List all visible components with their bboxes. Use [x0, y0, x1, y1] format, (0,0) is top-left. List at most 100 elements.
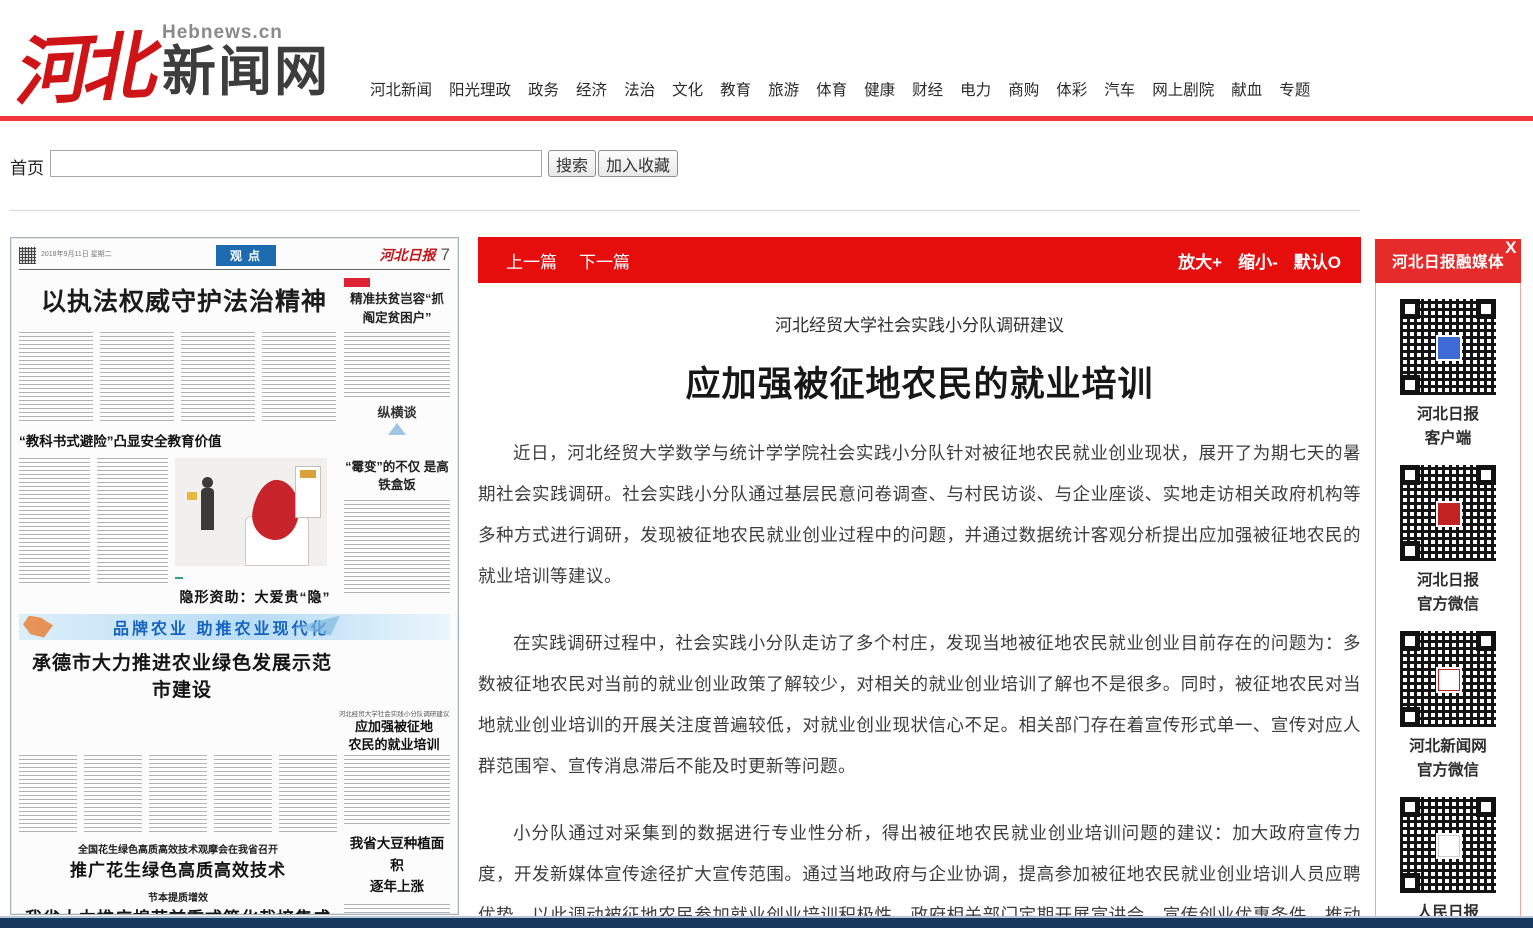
np-comment-tag	[344, 278, 370, 287]
article-title: 应加强被征地农民的就业培训	[478, 356, 1361, 407]
prev-article-link[interactable]: 上一篇	[506, 248, 557, 273]
nav-item-culture[interactable]: 文化	[672, 78, 703, 100]
bottom-bar	[0, 918, 1533, 928]
newspaper-qr-icon	[19, 247, 36, 264]
newspaper-page-number: 7	[441, 245, 450, 265]
sidebar-header: 河北日报融媒体 X	[1375, 239, 1521, 283]
np-arrow-icon	[388, 423, 406, 435]
home-link[interactable]: 首页	[10, 154, 44, 179]
nav-item-special-topics[interactable]: 专题	[1279, 78, 1310, 100]
qr-label: 河北日报客户端	[1417, 403, 1479, 451]
font-zoom-out-button[interactable]: 缩小-	[1238, 248, 1278, 273]
nav-item-lottery[interactable]: 体彩	[1056, 78, 1087, 100]
nav-item-gov-affairs[interactable]: 政务	[528, 78, 559, 100]
logo-hebei-text: 河北	[9, 7, 150, 121]
qr-item-hebnews-wechat: 河北新闻网官方微信	[1400, 631, 1496, 783]
nav-item-travel[interactable]: 旅游	[768, 78, 799, 100]
nav-item-hebei-news[interactable]: 河北新闻	[370, 78, 432, 100]
nav-item-economy[interactable]: 经济	[576, 78, 607, 100]
main-navigation: 河北新闻 阳光理政 政务 经济 法治 文化 教育 旅游 体育 健康 财经 电力 …	[370, 78, 1365, 100]
qr-item-hebei-daily-app: 河北日报客户端	[1400, 299, 1496, 451]
font-default-button[interactable]: 默认O	[1294, 248, 1341, 273]
np-headline-main: 以执法权威守护法治精神	[25, 282, 343, 318]
np-headline-chengde: 承德市大力推进农业绿色发展示范市建设	[23, 648, 341, 702]
article-kicker: 河北经贸大学社会实践小分队调研建议	[478, 311, 1361, 336]
np-feature-kicker: 河北经贸大学社会实践小分队调研建议	[338, 708, 450, 718]
np-feature-title: 应加强被征地 农民的就业培训	[338, 718, 450, 756]
qr-center-logo	[1438, 337, 1460, 359]
np-text-column	[181, 332, 255, 424]
np-map-icon	[23, 616, 53, 638]
np-text-column	[97, 458, 168, 586]
np-text-column	[344, 904, 450, 915]
nav-item-sunshine-gov[interactable]: 阳光理政	[449, 78, 511, 100]
nav-item-sports[interactable]: 体育	[816, 78, 847, 100]
qr-code-image	[1400, 631, 1496, 727]
logo-domain: Hebnews.cn	[162, 22, 283, 43]
np-headline-right-top: 精准扶贫岂容“抓阄定贫困户”	[344, 290, 450, 328]
np-text-column	[344, 755, 450, 825]
np-text-column	[279, 755, 337, 835]
np-headline-cotton: 我省大力推广棉花前重式简化栽培集成技术	[19, 904, 337, 915]
np-text-column	[214, 755, 272, 835]
sidebar-title: 河北日报融媒体	[1392, 250, 1504, 272]
nav-item-finance[interactable]: 财经	[912, 78, 943, 100]
np-text-column	[84, 755, 142, 835]
header-red-divider	[0, 116, 1533, 121]
newspaper-page-scan: 2018年9月11日 星期二 观点 河北日报 7 以执法权威守护法治精神 精准扶…	[10, 237, 459, 915]
qr-center-logo	[1438, 503, 1460, 525]
np-headline-right-mid: “霉变”的不仅 是高铁盒饭	[344, 458, 450, 496]
article-paragraph: 在实践调研过程中，社会实践小分队走访了多个村庄，发现当地被征地农民就业创业目前存…	[478, 623, 1361, 787]
qr-label: 河北新闻网官方微信	[1409, 735, 1487, 783]
np-text-column	[344, 500, 450, 596]
np-text-column	[19, 755, 77, 835]
media-sidebar: 河北日报融媒体 X 河北日报客户端 河北日报官方微信	[1375, 240, 1521, 928]
search-input[interactable]	[50, 150, 542, 177]
np-column-label: 纵横谈	[344, 402, 450, 421]
np-text-column	[149, 755, 207, 835]
np-cotton-kicker: 节本提质增效	[19, 889, 337, 904]
newspaper-rule	[19, 269, 450, 270]
article-paragraph: 近日，河北经贸大学数学与统计学学院社会实践小分队针对被征地农民就业创业现状，展开…	[478, 433, 1361, 597]
content-divider	[10, 210, 1360, 211]
nav-item-education[interactable]: 教育	[720, 78, 751, 100]
newspaper-masthead: 河北日报	[380, 245, 436, 265]
np-headline-sub-left: “教科书式避险”凸显安全教育价值	[19, 430, 337, 450]
site-logo[interactable]: 河北Hebnews.cn 新闻网	[12, 10, 330, 110]
newspaper-header: 2018年9月11日 星期二 观点 河北日报 7	[19, 245, 450, 265]
close-icon[interactable]: X	[1505, 239, 1517, 256]
qr-code-image	[1400, 797, 1496, 893]
nav-item-electricity[interactable]: 电力	[960, 78, 991, 100]
next-article-link[interactable]: 下一篇	[579, 248, 630, 273]
np-text-column	[19, 332, 93, 424]
nav-item-auto[interactable]: 汽车	[1104, 78, 1135, 100]
nav-item-online-theater[interactable]: 网上剧院	[1152, 78, 1214, 100]
search-row: 首页 搜索 加入收藏	[10, 150, 1360, 180]
qr-center-logo	[1438, 669, 1460, 691]
search-button[interactable]: 搜索	[548, 150, 596, 177]
article-toolbar: 上一篇 下一篇 放大+ 缩小- 默认O	[478, 237, 1361, 283]
np-text-column	[100, 332, 174, 424]
np-cartoon-caption: 隐形资助：大爱贵“隐”	[175, 587, 335, 607]
font-zoom-in-button[interactable]: 放大+	[1178, 248, 1222, 273]
qr-code-image	[1400, 299, 1496, 395]
article-pane: 上一篇 下一篇 放大+ 缩小- 默认O 河北经贸大学社会实践小分队调研建议 应加…	[478, 237, 1361, 928]
np-banner: 品牌农业 助推农业现代化	[19, 614, 450, 640]
qr-code-image	[1400, 465, 1496, 561]
np-headline-soybean: 我省大豆种植面积 逐年上涨	[344, 833, 450, 898]
nav-item-health[interactable]: 健康	[864, 78, 895, 100]
article-paragraph: 小分队通过对采集到的数据进行专业性分析，得出被征地农民就业创业培训问题的建议：加…	[478, 813, 1361, 928]
np-caption-tag	[175, 577, 183, 579]
newspaper-date: 2018年9月11日 星期二	[41, 250, 161, 259]
newspaper-section-label: 观点	[216, 245, 276, 266]
nav-item-blood-donation[interactable]: 献血	[1231, 78, 1262, 100]
nav-item-shopping[interactable]: 商购	[1008, 78, 1039, 100]
article-body: 近日，河北经贸大学数学与统计学学院社会实践小分队针对被征地农民就业创业现状，展开…	[478, 433, 1361, 928]
np-headline-peanut: 推广花生绿色高质高效技术	[19, 856, 337, 881]
add-favorite-button[interactable]: 加入收藏	[598, 150, 678, 177]
np-text-column	[344, 332, 450, 398]
qr-item-peoples-daily-app: 人民日报客户端	[1400, 797, 1496, 928]
nav-item-law[interactable]: 法治	[624, 78, 655, 100]
qr-item-hebei-daily-wechat: 河北日报官方微信	[1400, 465, 1496, 617]
qr-label: 河北日报官方微信	[1417, 569, 1479, 617]
